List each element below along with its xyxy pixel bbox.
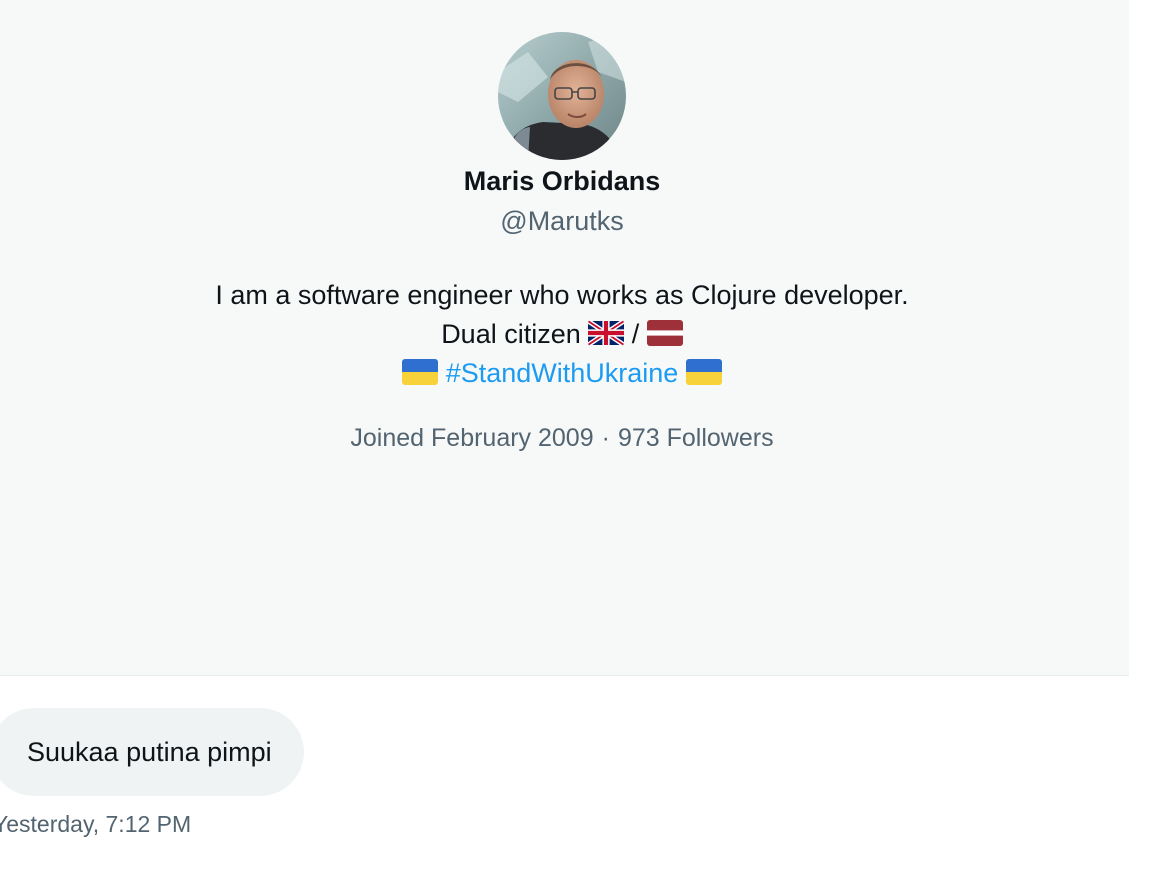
ukraine-flag-icon [685, 358, 722, 385]
message-timestamp: Yesterday, 7:12 PM [0, 811, 192, 837]
profile-handle[interactable]: @Marutks [0, 203, 1124, 239]
bio-line-3: #StandWithUkraine [0, 354, 1124, 393]
bio-dual-citizen-text: Dual citizen [441, 319, 581, 349]
message-bubble[interactable]: Suukaa putina pimpi [0, 708, 304, 796]
ukraine-flag-icon [402, 358, 439, 385]
scroll-gutter [1129, 0, 1158, 884]
bio-line-2: Dual citizen / [0, 315, 1124, 354]
followers-count: 973 Followers [617, 424, 774, 452]
meta-separator: · [601, 424, 610, 452]
bio-line-1: I am a software engineer who works as Cl… [215, 280, 909, 310]
joined-date: Joined February 2009 [350, 424, 594, 452]
united-kingdom-flag-icon [588, 319, 625, 346]
profile-bio: I am a software engineer who works as Cl… [0, 276, 1124, 393]
hashtag-link[interactable]: #StandWithUkraine [446, 358, 679, 388]
profile-card: Maris Orbidans @Marutks I am a software … [0, 0, 1129, 676]
bio-separator: / [631, 319, 640, 349]
profile-meta: Joined February 2009 · 973 Followers [0, 420, 1124, 456]
profile-display-name[interactable]: Maris Orbidans [0, 163, 1124, 199]
avatar-photo [498, 32, 626, 160]
avatar[interactable] [498, 32, 626, 160]
latvia-flag-icon [646, 319, 683, 346]
